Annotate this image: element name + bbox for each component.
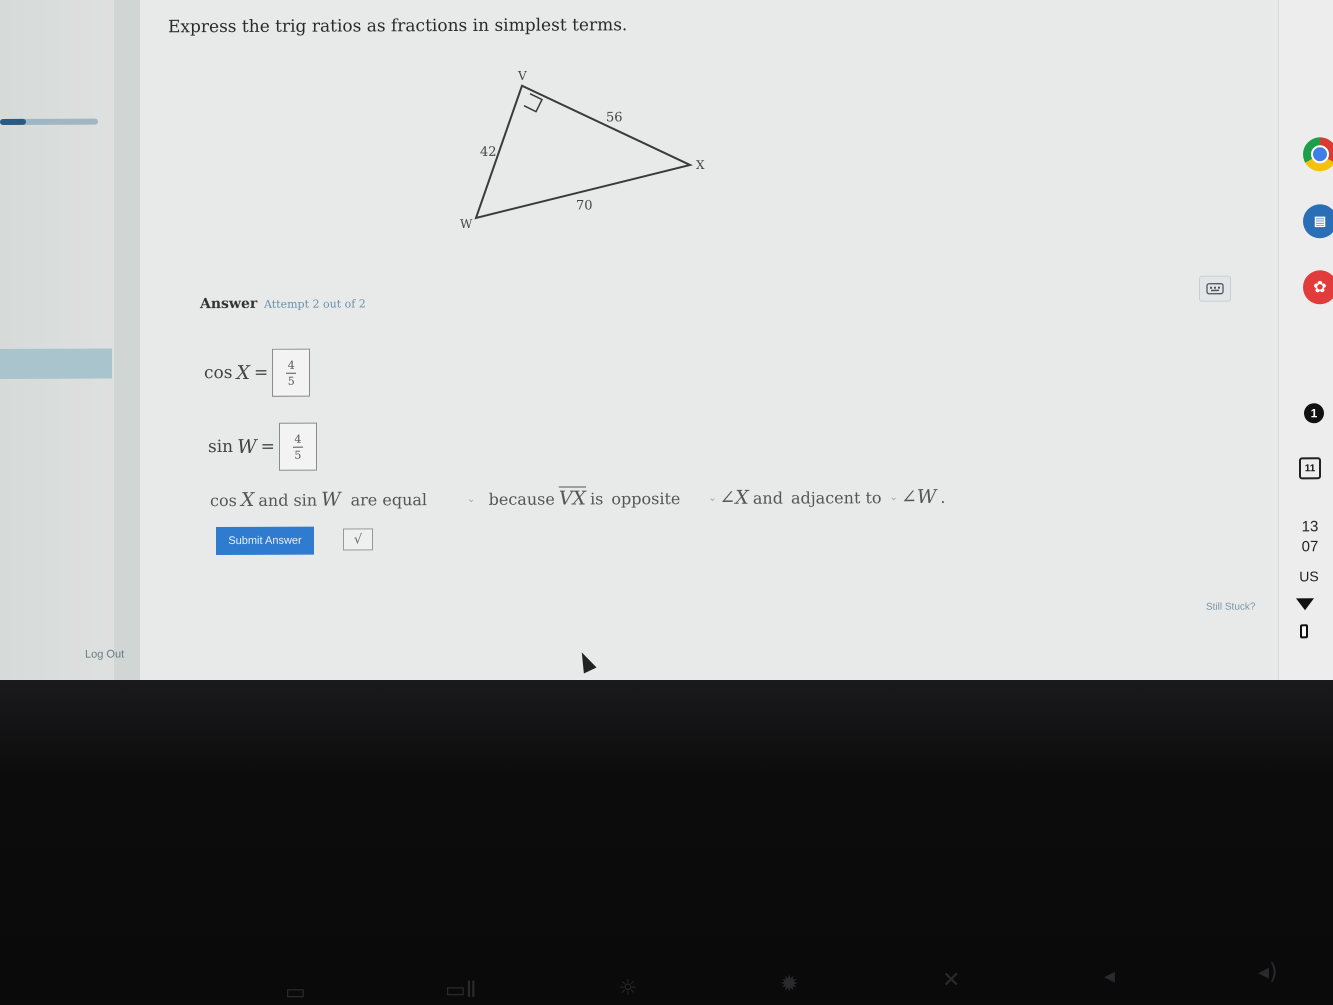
chrome-app-button[interactable] [1303,137,1333,172]
sentence-is: is [590,488,604,508]
mute-key-icon: ✕ [942,968,961,993]
sentence-because: because [488,489,555,509]
sentence-x: X [240,488,255,511]
cos-var: X [236,361,251,384]
vertex-label-v: V [517,69,527,83]
left-sidebar: Log Out [0,0,140,688]
sentence-cos: cos [210,490,237,510]
progress-bar [0,118,98,125]
chevron-down-icon: ⌄ [467,493,476,505]
screen: Log Out Express the trig ratios as fract… [0,0,1333,688]
sentence-and: and [258,490,289,510]
wifi-icon[interactable] [1296,598,1314,611]
paint-app-button[interactable]: ✿ [1303,270,1333,305]
submit-answer-button[interactable]: Submit Answer [216,526,314,556]
battery-icon[interactable] [1300,624,1308,639]
volume-up-key-icon: ◂) [1258,960,1278,985]
keyboard-icon [1206,283,1224,295]
palette-icon: ✿ [1313,279,1327,297]
relation-selected: are equal [350,489,428,509]
laptop-bezel: ▭ ▭Ⅱ ☼ ✹ ✕ ◂ ◂) [0,680,1333,1005]
sentence-sin: sin [293,490,318,510]
fraction-bar [292,446,303,448]
brightness-up-key-icon: ✹ [780,972,799,997]
sqrt-button[interactable]: √ [343,528,373,551]
fraction-bar [286,372,297,374]
sin-w-equation: sin W = 4 5 [208,422,317,471]
side-label-vx: 56 [606,110,623,125]
sin-var: W [237,435,257,458]
volume-down-key-icon: ◂ [1104,964,1116,989]
brightness-down-key-icon: ☼ [618,976,638,1001]
still-stuck-link[interactable]: Still Stuck? [1206,602,1255,613]
keyboard-toggle-button[interactable] [1199,275,1231,302]
keyboard-key-icon: ▭ [285,980,306,1005]
sentence-segment-vx: VX [558,487,587,510]
sin-w-answer-input[interactable]: 4 5 [278,422,317,471]
word-icon: ▤ [1313,213,1327,229]
opposite-selected: opposite [611,488,681,508]
adjacent-dropdown[interactable]: adjacent to ⌄ [790,487,898,508]
logout-link[interactable]: Log Out [85,648,124,660]
cos-x-equation: cos X = 4 5 [204,348,311,397]
clock-minute: 07 [1301,538,1319,556]
opposite-dropdown[interactable]: opposite ⌄ [611,488,717,508]
chevron-down-icon: ⌄ [708,492,717,504]
clock-hour: 13 [1301,518,1319,536]
cos-x-numerator: 4 [287,358,295,372]
equals-sign: = [260,436,275,457]
calendar-icon[interactable]: 11 [1299,457,1321,480]
system-clock[interactable]: 13 07 [1297,517,1323,557]
adjacent-selected: adjacent to [790,487,882,508]
progress-bar-fill [0,118,27,125]
relation-dropdown[interactable]: are equal ⌄ [350,489,476,509]
cos-x-denominator: 5 [287,374,295,388]
sentence-and-2: and [752,488,783,508]
sentence-period: . [940,487,946,507]
word-app-button[interactable]: ▤ [1303,204,1333,239]
right-angle-marker [523,93,544,113]
question-text: Express the trig ratios as fractions in … [168,15,628,38]
answer-label: Answer [200,295,258,313]
chrome-icon [1311,145,1329,164]
cos-x-fraction: 4 5 [286,358,297,388]
cos-x-answer-input[interactable]: 4 5 [272,348,311,397]
sidebar-selected-item[interactable] [0,348,112,379]
explanation-sentence: cos X and sin W are equal ⌄ because VX i… [210,486,945,511]
triangle-diagram: V W X 42 56 70 [460,69,705,231]
side-label-wx: 70 [576,198,593,213]
sentence-angle-x: ∠X [719,486,749,509]
sin-w-numerator: 4 [294,432,302,446]
equals-sign: = [254,362,269,383]
sentence-w: W [321,488,341,511]
sin-fn: sin [208,436,234,458]
cos-fn: cos [204,362,233,384]
sidebar-divider [114,0,140,688]
vertex-label-x: X [696,158,705,172]
question-panel: Express the trig ratios as fractions in … [140,0,1278,688]
side-label-vw: 42 [480,145,497,160]
sin-w-fraction: 4 5 [292,432,303,462]
vertex-label-w: W [460,217,473,231]
attempt-counter: Attempt 2 out of 2 [264,297,366,311]
keyboard-locale[interactable]: US [1296,568,1322,584]
chevron-down-icon: ⌄ [889,491,898,503]
notification-badge[interactable]: 1 [1304,403,1324,424]
sin-w-denominator: 5 [294,448,302,462]
overview-key-icon: ▭Ⅱ [445,978,477,1003]
sentence-angle-w: ∠W [900,485,937,509]
